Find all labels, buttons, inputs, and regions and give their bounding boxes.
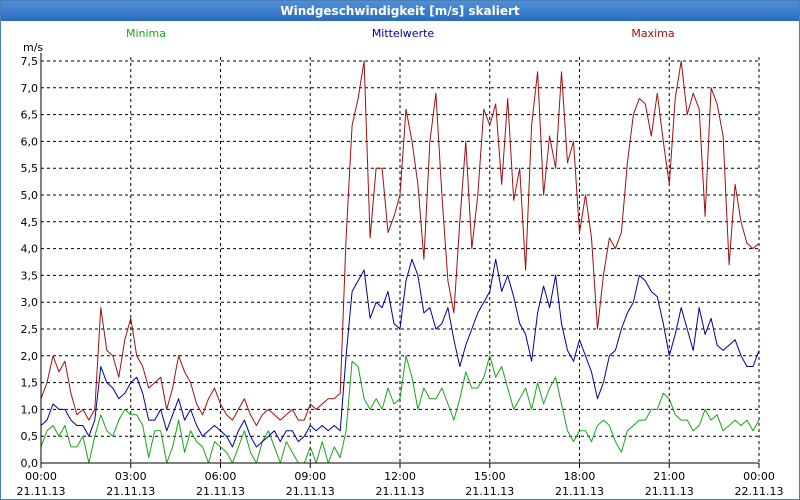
x-tick-date: 21.11.13 xyxy=(645,485,694,498)
x-tick-date: 21.11.13 xyxy=(286,485,335,498)
window-title: Windgeschwindigkeit [m/s] skaliert xyxy=(1,1,799,21)
x-tick-date: 21.11.13 xyxy=(555,485,604,498)
x-tick-time: 03:00 xyxy=(115,470,147,483)
x-tick-date: 21.11.13 xyxy=(17,485,66,498)
y-tick-label: 2,5 xyxy=(21,323,39,336)
legend-label-mittelwerte: Mittelwerte xyxy=(372,27,435,40)
legend-label-minima: Minima xyxy=(126,27,166,40)
x-tick-time: 00:00 xyxy=(743,470,775,483)
x-tick-date: 21.11.13 xyxy=(376,485,425,498)
x-tick-time: 09:00 xyxy=(294,470,326,483)
y-tick-label: 3,0 xyxy=(21,296,39,309)
y-tick-label: 7,0 xyxy=(21,82,39,95)
y-tick-label: 6,0 xyxy=(21,135,39,148)
y-tick-label: 4,5 xyxy=(21,216,39,229)
y-tick-label: 6,5 xyxy=(21,109,39,122)
y-tick-label: 5,5 xyxy=(21,162,39,175)
x-tick-time: 21:00 xyxy=(653,470,685,483)
y-tick-label: 2,0 xyxy=(21,350,39,363)
y-tick-label: 4,0 xyxy=(21,243,39,256)
x-tick-time: 18:00 xyxy=(564,470,596,483)
x-tick-date: 22.11.13 xyxy=(735,485,784,498)
y-tick-label: 5,0 xyxy=(21,189,39,202)
legend-label-maxima: Maxima xyxy=(631,27,674,40)
x-tick-time: 00:00 xyxy=(25,470,57,483)
y-tick-label: 0,5 xyxy=(21,430,39,443)
grid-lines xyxy=(40,57,760,463)
x-tick-time: 06:00 xyxy=(205,470,237,483)
x-tick-time: 15:00 xyxy=(474,470,506,483)
line-chart: 0,0 0,5 1,0 1,5 2,0 2,5 3,0 3,5 4,0 4,5 5,0 5,5 6,0 6… xyxy=(17,27,784,498)
x-tick-time: 12:00 xyxy=(384,470,416,483)
y-tick-label: 3,5 xyxy=(21,269,39,282)
y-tick-label: 7,5 xyxy=(21,55,39,68)
x-tick-date: 21.11.13 xyxy=(106,485,155,498)
chart-window: Windgeschwindigkeit [m/s] skaliert 0,0 0,… xyxy=(0,0,800,500)
y-axis-unit: m/s xyxy=(23,41,43,54)
x-tick-date: 21.11.13 xyxy=(465,485,514,498)
y-tick-label: 1,5 xyxy=(21,377,39,390)
legend: Minima Mittelwerte Maxima xyxy=(126,27,675,40)
y-tick-label: 0,0 xyxy=(21,457,39,470)
y-tick-label: 1,0 xyxy=(21,403,39,416)
x-tick-date: 21.11.13 xyxy=(196,485,245,498)
